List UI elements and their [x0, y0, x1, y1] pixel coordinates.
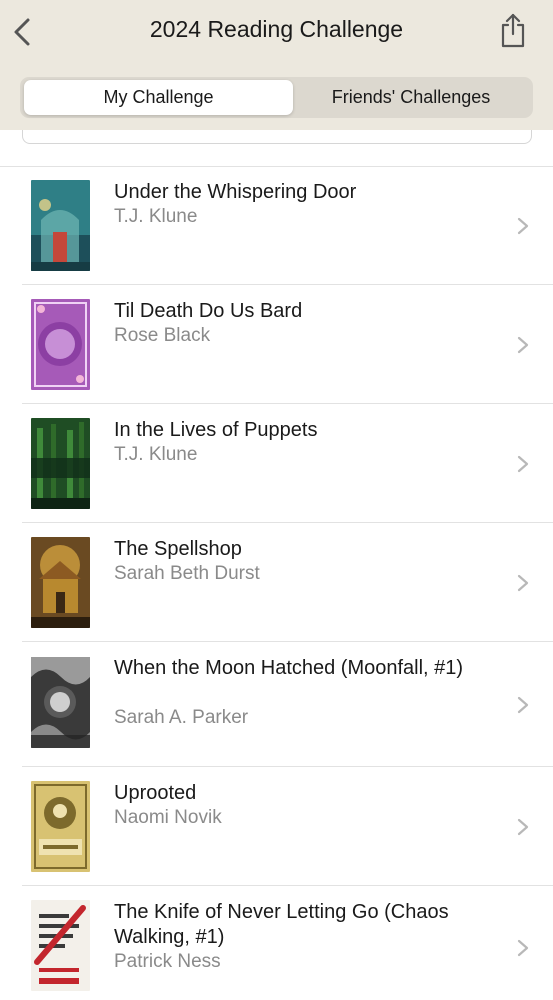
chevron-right-icon: [517, 336, 529, 354]
chevron-right-icon: [517, 217, 529, 235]
tab-my-challenge[interactable]: My Challenge: [24, 80, 293, 115]
challenge-tabs: My Challenge Friends' Challenges: [20, 77, 533, 118]
navigation-header: 2024 Reading Challenge My Challenge Frie…: [0, 0, 553, 130]
book-cover: [31, 180, 90, 271]
list-item[interactable]: The Spellshop Sarah Beth Durst: [0, 523, 553, 642]
search-field-edge[interactable]: [22, 130, 532, 144]
book-author: T.J. Klune: [114, 444, 198, 465]
tab-friends-challenges[interactable]: Friends' Challenges: [293, 80, 529, 115]
chevron-right-icon: [517, 939, 529, 957]
list-item[interactable]: In the Lives of Puppets T.J. Klune: [0, 404, 553, 523]
book-title: Under the Whispering Door: [114, 181, 357, 203]
book-cover: [31, 900, 90, 991]
share-button[interactable]: [496, 10, 530, 50]
book-cover: [31, 537, 90, 628]
book-author: T.J. Klune: [114, 206, 198, 227]
book-title: The Knife of Never Letting Go (Chaos Wal…: [114, 901, 449, 948]
chevron-right-icon: [517, 455, 529, 473]
book-cover: [31, 418, 90, 509]
list-item[interactable]: Uprooted Naomi Novik: [0, 767, 553, 886]
page-title: 2024 Reading Challenge: [149, 16, 404, 42]
book-author: Sarah Beth Durst: [114, 563, 260, 584]
book-title: When the Moon Hatched (Moonfall, #1): [114, 657, 464, 679]
chevron-right-icon: [517, 574, 529, 592]
book-title: Uprooted: [114, 782, 197, 804]
chevron-right-icon: [517, 818, 529, 836]
book-author: Patrick Ness: [114, 951, 221, 972]
book-cover: [31, 657, 90, 748]
chevron-right-icon: [517, 696, 529, 714]
list-item[interactable]: Til Death Do Us Bard Rose Black: [0, 285, 553, 404]
book-cover: [31, 299, 90, 390]
share-icon: [501, 13, 525, 48]
book-title: The Spellshop: [114, 538, 242, 560]
book-author: Rose Black: [114, 325, 211, 346]
list-item[interactable]: Under the Whispering Door T.J. Klune: [0, 166, 553, 285]
book-title: In the Lives of Puppets: [114, 419, 318, 441]
book-cover: [31, 781, 90, 872]
book-title: Til Death Do Us Bard: [114, 300, 303, 322]
list-item[interactable]: The Knife of Never Letting Go (Chaos Wal…: [0, 886, 553, 1000]
list-item[interactable]: When the Moon Hatched (Moonfall, #1) Sar…: [0, 642, 553, 767]
book-author: Sarah A. Parker: [114, 707, 249, 728]
book-author: Naomi Novik: [114, 807, 222, 828]
